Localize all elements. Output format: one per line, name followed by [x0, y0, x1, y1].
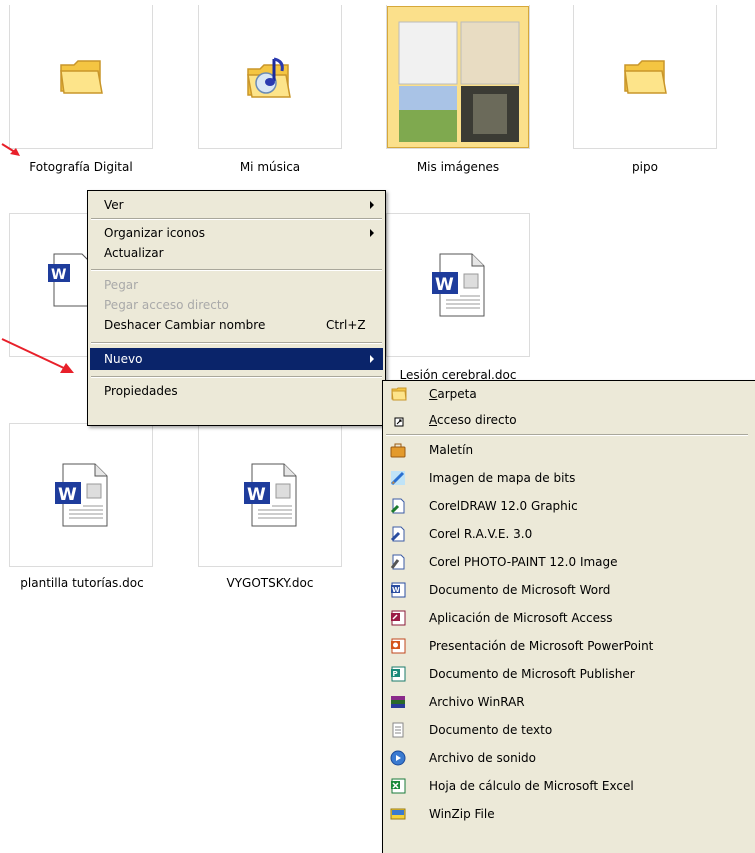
pictures-folder-icon	[387, 5, 529, 148]
submenu-item-photo-paint[interactable]: Corel PHOTO-PAINT 12.0 Image	[385, 551, 745, 573]
menu-item-ver[interactable]: Ver	[90, 194, 383, 216]
annotation-arrow-icon	[1, 143, 20, 156]
music-folder-icon	[247, 57, 291, 98]
submenu-item-documento-texto[interactable]: Documento de texto	[385, 719, 745, 741]
svg-text:W: W	[51, 267, 66, 283]
submenu-item-excel[interactable]: Hoja de cálculo de Microsoft Excel	[385, 775, 745, 797]
shortcut-icon	[394, 417, 404, 427]
submenu-arrow-icon	[370, 355, 374, 363]
excel-icon	[391, 778, 406, 794]
file-tile-fotografia-digital[interactable]	[9, 5, 153, 149]
submenu-item-access[interactable]: Aplicación de Microsoft Access	[385, 607, 745, 629]
submenu-item-maletin[interactable]: Maletín	[385, 439, 745, 461]
menu-separator	[91, 376, 382, 378]
corel-rave-icon	[390, 526, 405, 542]
text-document-icon	[392, 722, 404, 738]
menu-item-organizar-iconos[interactable]: Organizar iconos	[90, 222, 383, 244]
photo-paint-icon	[390, 554, 405, 570]
file-tile-mis-imagenes[interactable]	[386, 5, 530, 149]
svg-text:W: W	[435, 275, 454, 295]
folder-icon	[624, 59, 667, 94]
coreldraw-icon	[390, 498, 405, 514]
svg-text:W: W	[392, 586, 400, 594]
submenu-item-word[interactable]: W Documento de Microsoft Word	[385, 579, 745, 601]
publisher-icon: P	[391, 666, 406, 682]
svg-text:W: W	[58, 485, 77, 505]
menu-separator	[386, 434, 748, 436]
submenu-item-coreldraw[interactable]: CorelDRAW 12.0 Graphic	[385, 495, 745, 517]
file-label[interactable]: VYGOTSKY.doc	[198, 576, 342, 590]
word-icon: W	[391, 582, 406, 598]
file-tile-mi-musica[interactable]	[198, 5, 342, 149]
file-tile-vygotsky[interactable]: W	[198, 423, 342, 567]
svg-text:P: P	[393, 670, 398, 678]
submenu-item-corel-rave[interactable]: Corel R.A.V.E. 3.0	[385, 523, 745, 545]
submenu-item-acceso-directo[interactable]: Acceso directo	[385, 409, 745, 431]
access-icon	[391, 610, 406, 626]
submenu-item-powerpoint[interactable]: Presentación de Microsoft PowerPoint	[385, 635, 745, 657]
word-document-icon: W	[55, 463, 108, 527]
submenu-item-carpeta[interactable]: Carpeta	[385, 383, 745, 405]
annotation-arrow-icon	[1, 338, 74, 373]
file-label[interactable]: plantilla tutorías.doc	[2, 576, 162, 590]
bitmap-icon	[390, 471, 405, 486]
file-label[interactable]: Fotografía Digital	[15, 160, 147, 174]
file-label[interactable]: Mis imágenes	[386, 160, 530, 174]
menu-separator	[91, 342, 382, 344]
submenu-arrow-icon	[370, 201, 374, 209]
submenu-item-winzip[interactable]: WinZip File	[385, 803, 745, 825]
menu-item-deshacer[interactable]: Deshacer Cambiar nombre Ctrl+Z	[90, 314, 383, 336]
shortcut-text: Ctrl+Z	[326, 318, 366, 332]
menu-item-actualizar[interactable]: Actualizar	[90, 242, 383, 264]
svg-text:W: W	[247, 485, 266, 505]
file-label[interactable]: Mi música	[198, 160, 342, 174]
submenu-item-imagen-mapa-bits[interactable]: Imagen de mapa de bits	[385, 467, 745, 489]
file-label[interactable]: pipo	[573, 160, 717, 174]
submenu-arrow-icon	[370, 229, 374, 237]
menu-item-pegar-acceso-directo: Pegar acceso directo	[104, 298, 229, 312]
file-tile-lesion-cerebral[interactable]: W	[386, 213, 530, 357]
sound-file-icon	[390, 750, 406, 766]
menu-item-propiedades[interactable]: Propiedades	[90, 380, 383, 402]
submenu-item-archivo-sonido[interactable]: Archivo de sonido	[385, 747, 745, 769]
folder-icon	[391, 387, 407, 401]
briefcase-icon	[390, 443, 406, 458]
winzip-icon	[390, 808, 406, 820]
file-tile-pipo[interactable]	[573, 5, 717, 149]
winrar-icon	[391, 696, 405, 708]
submenu-item-winrar[interactable]: Archivo WinRAR	[385, 691, 745, 713]
menu-item-nuevo[interactable]: Nuevo	[90, 348, 383, 370]
word-document-icon: W	[432, 253, 485, 317]
word-document-icon: W	[244, 463, 297, 527]
menu-separator	[91, 218, 382, 220]
menu-separator	[91, 269, 382, 271]
folder-icon	[60, 59, 103, 94]
submenu-item-publisher[interactable]: P Documento de Microsoft Publisher	[385, 663, 745, 685]
new-submenu: Carpeta Acceso directo Maletín Imagen de…	[382, 380, 755, 853]
menu-item-pegar: Pegar	[104, 278, 139, 292]
powerpoint-icon	[391, 638, 406, 654]
file-tile-plantilla-tutorias[interactable]: W	[9, 423, 153, 567]
context-menu: Ver Organizar iconos Actualizar Pegar Pe…	[87, 190, 386, 426]
